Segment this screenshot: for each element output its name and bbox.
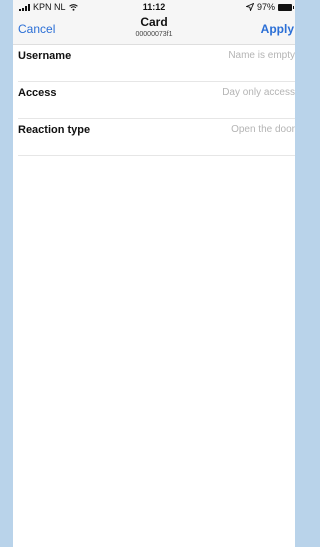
status-bar: KPN NL 11:12 97% xyxy=(13,0,295,14)
card-id-subtitle: 00000073f1 xyxy=(135,31,173,38)
page-title: Card xyxy=(140,15,168,29)
settings-list: Username Name is empty Access Day only a… xyxy=(13,45,295,547)
username-row[interactable]: Username Name is empty xyxy=(18,45,295,82)
reaction-type-label: Reaction type xyxy=(18,124,91,136)
access-row[interactable]: Access Day only access xyxy=(18,82,295,119)
status-right: 97% xyxy=(245,2,294,12)
battery-icon xyxy=(278,3,294,11)
reaction-type-row[interactable]: Reaction type Open the door xyxy=(18,119,295,156)
navigation-bar: Cancel Card 00000073f1 Apply xyxy=(13,14,295,45)
battery-percent: 97% xyxy=(256,2,275,12)
access-label: Access xyxy=(18,87,57,99)
phone-screen: KPN NL 11:12 97% Cancel Card 00000073f1 … xyxy=(13,0,295,547)
access-value: Day only access xyxy=(222,87,295,98)
backdrop: KPN NL 11:12 97% Cancel Card 00000073f1 … xyxy=(0,0,307,547)
reaction-type-value: Open the door xyxy=(231,124,295,135)
apply-button[interactable]: Apply xyxy=(261,22,294,36)
username-label: Username xyxy=(18,50,72,62)
username-value: Name is empty xyxy=(228,50,295,61)
location-icon xyxy=(245,3,254,11)
